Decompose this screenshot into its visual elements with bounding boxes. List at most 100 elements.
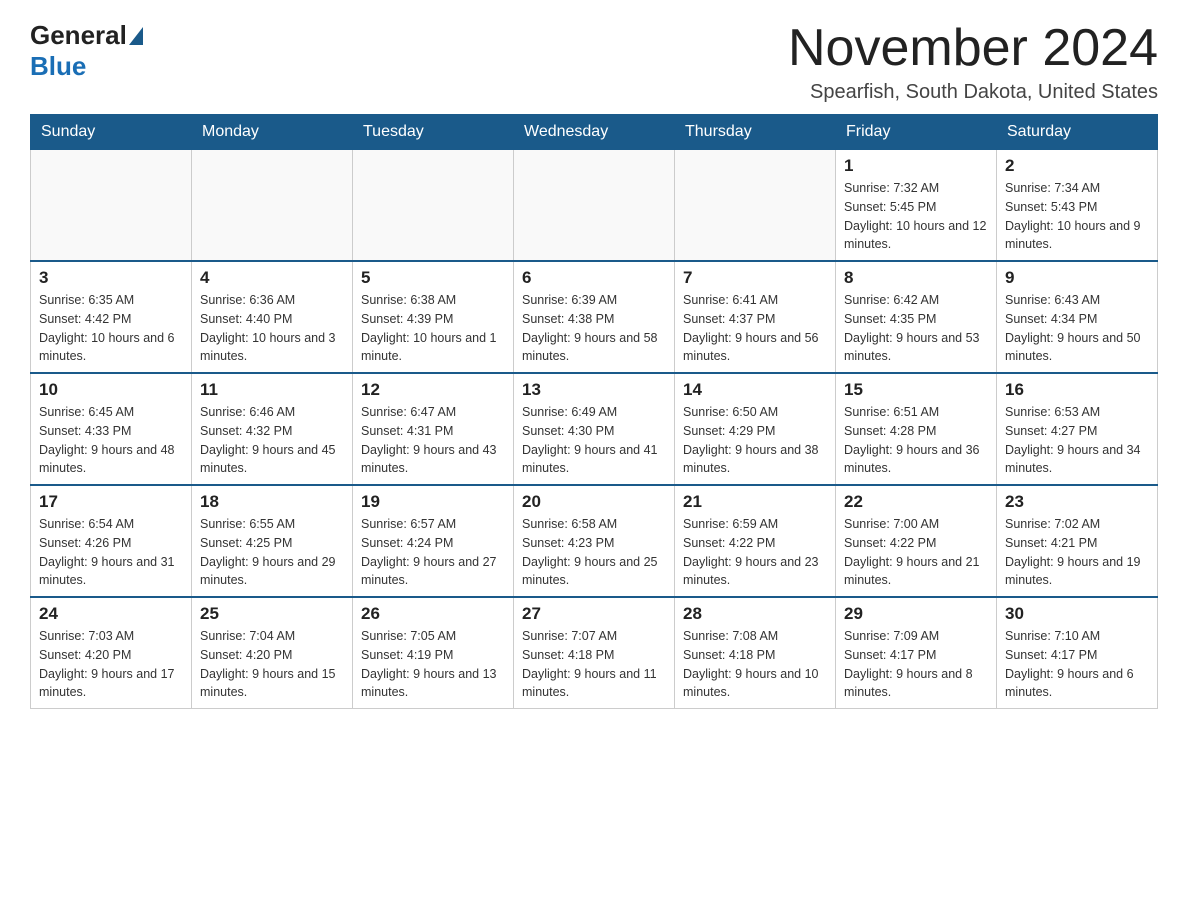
- calendar-cell: 16 Sunrise: 6:53 AMSunset: 4:27 PMDayligh…: [997, 373, 1158, 485]
- day-info: Sunrise: 6:50 AMSunset: 4:29 PMDaylight:…: [683, 403, 827, 478]
- day-number: 4: [200, 268, 344, 288]
- weekday-header-friday: Friday: [836, 115, 997, 150]
- title-block: November 2024 Spearfish, South Dakota, U…: [788, 20, 1158, 104]
- calendar-cell: 7 Sunrise: 6:41 AMSunset: 4:37 PMDaylight…: [675, 261, 836, 373]
- weekday-header-wednesday: Wednesday: [514, 115, 675, 150]
- day-info: Sunrise: 6:39 AMSunset: 4:38 PMDaylight:…: [522, 291, 666, 366]
- day-number: 10: [39, 380, 183, 400]
- day-number: 28: [683, 604, 827, 624]
- weekday-header-thursday: Thursday: [675, 115, 836, 150]
- calendar-cell: 26 Sunrise: 7:05 AMSunset: 4:19 PMDayligh…: [353, 597, 514, 709]
- day-info: Sunrise: 6:49 AMSunset: 4:30 PMDaylight:…: [522, 403, 666, 478]
- day-number: 23: [1005, 492, 1149, 512]
- day-number: 27: [522, 604, 666, 624]
- day-info: Sunrise: 6:55 AMSunset: 4:25 PMDaylight:…: [200, 515, 344, 590]
- calendar-cell: 3Sunrise: 6:35 AMSunset: 4:42 PMDaylight…: [31, 261, 192, 373]
- logo-general-text: General: [30, 20, 127, 51]
- calendar-cell: [353, 150, 514, 262]
- day-number: 16: [1005, 380, 1149, 400]
- day-number: 5: [361, 268, 505, 288]
- calendar-cell: 15Sunrise: 6:51 AMSunset: 4:28 PMDayligh…: [836, 373, 997, 485]
- logo: General Blue: [30, 20, 145, 82]
- month-title: November 2024: [788, 20, 1158, 77]
- calendar-cell: 6Sunrise: 6:39 AMSunset: 4:38 PMDaylight…: [514, 261, 675, 373]
- day-number: 7: [683, 268, 827, 288]
- day-info: Sunrise: 6:58 AMSunset: 4:23 PMDaylight:…: [522, 515, 666, 590]
- calendar-cell: 5Sunrise: 6:38 AMSunset: 4:39 PMDaylight…: [353, 261, 514, 373]
- day-info: Sunrise: 7:34 AMSunset: 5:43 PMDaylight:…: [1005, 179, 1149, 254]
- day-info: Sunrise: 6:54 AMSunset: 4:26 PMDaylight:…: [39, 515, 183, 590]
- calendar-cell: 19 Sunrise: 6:57 AMSunset: 4:24 PMDayligh…: [353, 485, 514, 597]
- calendar-table: SundayMondayTuesdayWednesdayThursdayFrid…: [30, 114, 1158, 709]
- day-number: 9: [1005, 268, 1149, 288]
- calendar-cell: [31, 150, 192, 262]
- calendar-cell: 30 Sunrise: 7:10 AMSunset: 4:17 PMDayligh…: [997, 597, 1158, 709]
- day-number: 24: [39, 604, 183, 624]
- day-info: Sunrise: 6:53 AMSunset: 4:27 PMDaylight:…: [1005, 403, 1149, 478]
- day-info: Sunrise: 7:04 AMSunset: 4:20 PMDaylight:…: [200, 627, 344, 702]
- week-row-4: 17 Sunrise: 6:54 AMSunset: 4:26 PMDayligh…: [31, 485, 1158, 597]
- day-number: 8: [844, 268, 988, 288]
- day-info: Sunrise: 6:46 AMSunset: 4:32 PMDaylight:…: [200, 403, 344, 478]
- day-number: 18: [200, 492, 344, 512]
- calendar-cell: 10 Sunrise: 6:45 AMSunset: 4:33 PMDayligh…: [31, 373, 192, 485]
- calendar-cell: 20Sunrise: 6:58 AMSunset: 4:23 PMDayligh…: [514, 485, 675, 597]
- day-info: Sunrise: 6:36 AMSunset: 4:40 PMDaylight:…: [200, 291, 344, 366]
- day-number: 3: [39, 268, 183, 288]
- day-number: 2: [1005, 156, 1149, 176]
- day-info: Sunrise: 6:59 AMSunset: 4:22 PMDaylight:…: [683, 515, 827, 590]
- day-info: Sunrise: 7:02 AMSunset: 4:21 PMDaylight:…: [1005, 515, 1149, 590]
- weekday-header-monday: Monday: [192, 115, 353, 150]
- week-row-1: 1Sunrise: 7:32 AMSunset: 5:45 PMDaylight…: [31, 150, 1158, 262]
- day-number: 29: [844, 604, 988, 624]
- day-number: 26: [361, 604, 505, 624]
- day-info: Sunrise: 6:42 AMSunset: 4:35 PMDaylight:…: [844, 291, 988, 366]
- day-number: 19: [361, 492, 505, 512]
- week-row-2: 3Sunrise: 6:35 AMSunset: 4:42 PMDaylight…: [31, 261, 1158, 373]
- weekday-header-tuesday: Tuesday: [353, 115, 514, 150]
- calendar-cell: 21 Sunrise: 6:59 AMSunset: 4:22 PMDayligh…: [675, 485, 836, 597]
- weekday-header-row: SundayMondayTuesdayWednesdayThursdayFrid…: [31, 115, 1158, 150]
- calendar-cell: 28 Sunrise: 7:08 AMSunset: 4:18 PMDayligh…: [675, 597, 836, 709]
- location-subtitle: Spearfish, South Dakota, United States: [788, 81, 1158, 104]
- weekday-header-saturday: Saturday: [997, 115, 1158, 150]
- calendar-cell: 23 Sunrise: 7:02 AMSunset: 4:21 PMDayligh…: [997, 485, 1158, 597]
- calendar-cell: 18 Sunrise: 6:55 AMSunset: 4:25 PMDayligh…: [192, 485, 353, 597]
- calendar-cell: 27Sunrise: 7:07 AMSunset: 4:18 PMDayligh…: [514, 597, 675, 709]
- day-info: Sunrise: 6:43 AMSunset: 4:34 PMDaylight:…: [1005, 291, 1149, 366]
- day-number: 22: [844, 492, 988, 512]
- day-info: Sunrise: 7:08 AMSunset: 4:18 PMDaylight:…: [683, 627, 827, 702]
- calendar-cell: 25 Sunrise: 7:04 AMSunset: 4:20 PMDayligh…: [192, 597, 353, 709]
- calendar-cell: 17 Sunrise: 6:54 AMSunset: 4:26 PMDayligh…: [31, 485, 192, 597]
- day-number: 30: [1005, 604, 1149, 624]
- calendar-cell: 9 Sunrise: 6:43 AMSunset: 4:34 PMDaylight…: [997, 261, 1158, 373]
- day-number: 25: [200, 604, 344, 624]
- week-row-5: 24 Sunrise: 7:03 AMSunset: 4:20 PMDayligh…: [31, 597, 1158, 709]
- weekday-header-sunday: Sunday: [31, 115, 192, 150]
- day-info: Sunrise: 7:09 AMSunset: 4:17 PMDaylight:…: [844, 627, 988, 702]
- calendar-cell: 2 Sunrise: 7:34 AMSunset: 5:43 PMDaylight…: [997, 150, 1158, 262]
- week-row-3: 10 Sunrise: 6:45 AMSunset: 4:33 PMDayligh…: [31, 373, 1158, 485]
- day-info: Sunrise: 7:03 AMSunset: 4:20 PMDaylight:…: [39, 627, 183, 702]
- page-header: General Blue November 2024 Spearfish, So…: [30, 20, 1158, 104]
- calendar-cell: [192, 150, 353, 262]
- day-info: Sunrise: 6:47 AMSunset: 4:31 PMDaylight:…: [361, 403, 505, 478]
- day-info: Sunrise: 6:41 AMSunset: 4:37 PMDaylight:…: [683, 291, 827, 366]
- calendar-cell: 24 Sunrise: 7:03 AMSunset: 4:20 PMDayligh…: [31, 597, 192, 709]
- day-number: 21: [683, 492, 827, 512]
- day-info: Sunrise: 7:32 AMSunset: 5:45 PMDaylight:…: [844, 179, 988, 254]
- calendar-cell: 4 Sunrise: 6:36 AMSunset: 4:40 PMDaylight…: [192, 261, 353, 373]
- day-info: Sunrise: 6:57 AMSunset: 4:24 PMDaylight:…: [361, 515, 505, 590]
- calendar-cell: 1Sunrise: 7:32 AMSunset: 5:45 PMDaylight…: [836, 150, 997, 262]
- day-number: 14: [683, 380, 827, 400]
- day-number: 12: [361, 380, 505, 400]
- day-number: 17: [39, 492, 183, 512]
- calendar-cell: 12 Sunrise: 6:47 AMSunset: 4:31 PMDayligh…: [353, 373, 514, 485]
- day-info: Sunrise: 6:45 AMSunset: 4:33 PMDaylight:…: [39, 403, 183, 478]
- logo-blue-text: Blue: [30, 51, 86, 81]
- calendar-cell: 8 Sunrise: 6:42 AMSunset: 4:35 PMDaylight…: [836, 261, 997, 373]
- day-number: 15: [844, 380, 988, 400]
- day-info: Sunrise: 7:05 AMSunset: 4:19 PMDaylight:…: [361, 627, 505, 702]
- day-info: Sunrise: 7:10 AMSunset: 4:17 PMDaylight:…: [1005, 627, 1149, 702]
- calendar-cell: 14 Sunrise: 6:50 AMSunset: 4:29 PMDayligh…: [675, 373, 836, 485]
